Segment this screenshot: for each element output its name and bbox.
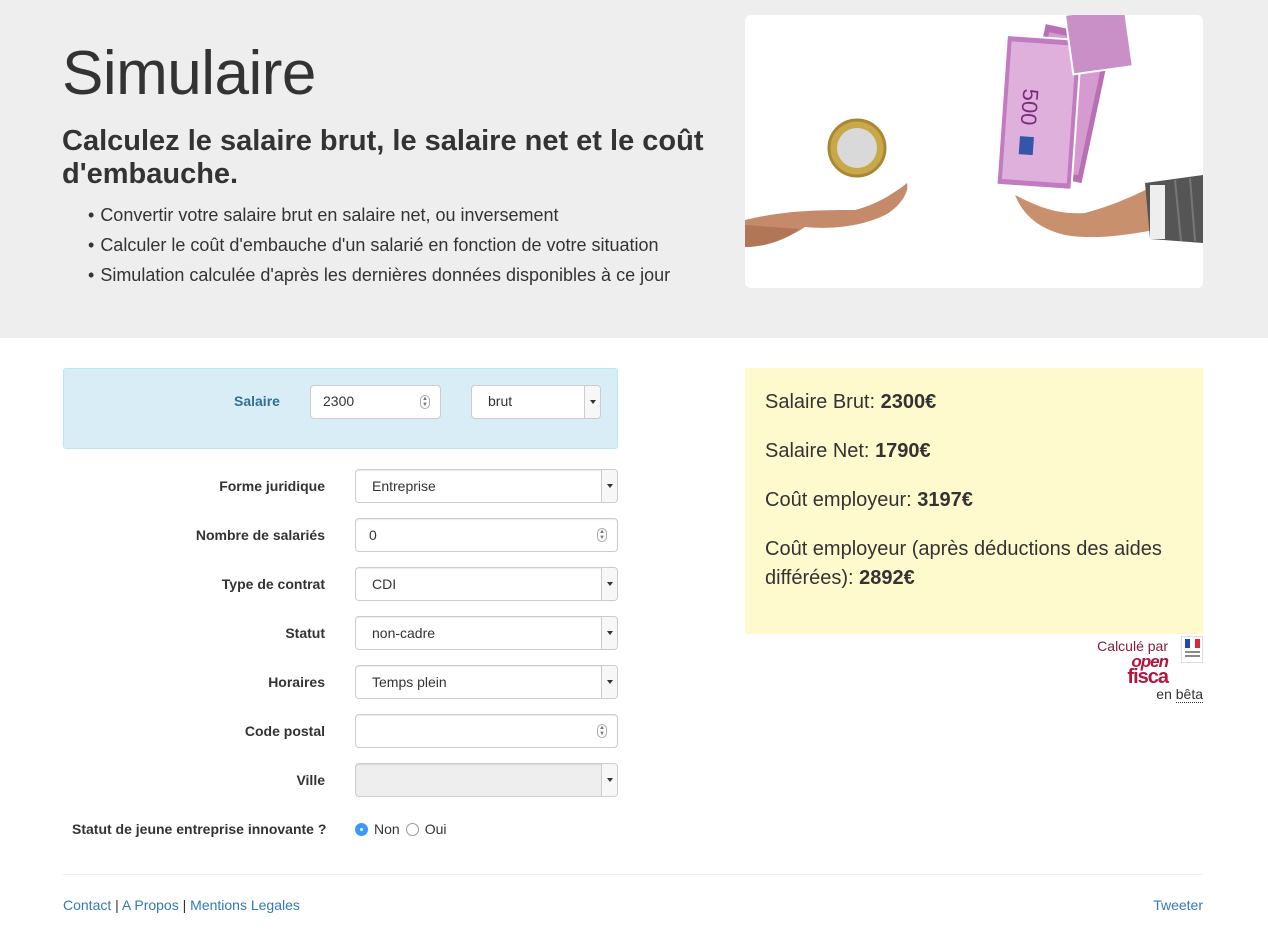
forme-juridique-value: Entreprise bbox=[372, 478, 436, 494]
ville-label: Ville bbox=[296, 772, 325, 788]
feature-list: Convertir votre salaire brut en salaire … bbox=[88, 200, 670, 290]
footer-separator: | bbox=[178, 897, 191, 913]
result-salaire-net: Salaire Net: 1790€ bbox=[765, 437, 1183, 466]
stepper-icon[interactable]: ▲ ▼ bbox=[597, 724, 607, 738]
jumbotron: Simulaire Calculez le salaire brut, le s… bbox=[0, 0, 1268, 338]
result-net-label: Salaire Net: bbox=[765, 440, 876, 462]
form-row-forme-juridique: Forme juridique Entreprise bbox=[63, 469, 618, 503]
footer-separator: | bbox=[111, 897, 122, 913]
feature-item: Simulation calculée d'après les dernière… bbox=[88, 260, 670, 290]
statut-select[interactable]: non-cadre bbox=[355, 616, 618, 650]
result-cout-aides-value: 2892€ bbox=[859, 567, 915, 589]
nombre-salaries-value: 0 bbox=[369, 527, 377, 543]
money-hands-illustration: 500 bbox=[745, 15, 1203, 247]
chevron-down-icon bbox=[601, 764, 617, 796]
form-row-nombre-salaries: Nombre de salariés 0 ▲ ▼ bbox=[63, 518, 618, 552]
salary-panel: Salaire 2300 ▲ ▼ brut bbox=[63, 368, 618, 449]
hero-illustration: 500 bbox=[745, 15, 1203, 288]
form-row-type-contrat: Type de contrat CDI bbox=[63, 567, 618, 601]
form-row-statut: Statut non-cadre bbox=[63, 616, 618, 650]
nombre-salaries-input[interactable]: 0 ▲ ▼ bbox=[355, 518, 618, 552]
result-brut-label: Salaire Brut: bbox=[765, 391, 881, 413]
ville-select[interactable] bbox=[355, 763, 618, 797]
jei-label: Statut de jeune entreprise innovante ? bbox=[72, 821, 327, 837]
mentions-legales-link[interactable]: Mentions Legales bbox=[190, 897, 300, 913]
republique-francaise-logo-icon bbox=[1181, 636, 1203, 663]
tweet-link[interactable]: Tweeter bbox=[1153, 897, 1203, 913]
salary-type-value: brut bbox=[488, 393, 513, 409]
nombre-salaries-label: Nombre de salariés bbox=[195, 527, 325, 543]
page-title: Simulaire bbox=[62, 39, 316, 108]
type-contrat-select[interactable]: CDI bbox=[355, 567, 618, 601]
chevron-down-icon bbox=[601, 617, 617, 649]
chevron-down-icon bbox=[601, 470, 617, 502]
horaires-value: Temps plein bbox=[372, 674, 447, 690]
result-brut-value: 2300€ bbox=[880, 391, 937, 413]
result-cout-label: Coût employeur: bbox=[765, 489, 918, 511]
code-postal-input[interactable]: ▲ ▼ bbox=[355, 714, 618, 748]
svg-text:500: 500 bbox=[1016, 88, 1044, 126]
type-contrat-value: CDI bbox=[372, 576, 397, 592]
result-cout-aides-label: Coût employeur (après déductions des aid… bbox=[765, 538, 1162, 589]
a-propos-link[interactable]: A Propos bbox=[122, 897, 179, 913]
statut-value: non-cadre bbox=[372, 625, 436, 641]
horaires-select[interactable]: Temps plein bbox=[355, 665, 618, 699]
jei-radio-oui[interactable] bbox=[405, 822, 419, 836]
type-contrat-label: Type de contrat bbox=[221, 576, 325, 592]
beta-abbr[interactable]: bêta bbox=[1175, 686, 1203, 703]
jei-option-oui-label[interactable]: Oui bbox=[425, 821, 447, 837]
statut-label: Statut bbox=[285, 625, 325, 641]
jei-option-non-label[interactable]: Non bbox=[374, 821, 400, 837]
form-row-ville: Ville bbox=[63, 763, 618, 797]
result-cout-employeur: Coût employeur: 3197€ bbox=[765, 486, 1183, 515]
result-salaire-brut: Salaire Brut: 2300€ bbox=[765, 388, 1183, 417]
jei-radio-non[interactable] bbox=[355, 822, 368, 836]
chevron-down-icon bbox=[601, 666, 617, 698]
forme-juridique-select[interactable]: Entreprise bbox=[355, 469, 618, 503]
form-row-code-postal: Code postal ▲ ▼ bbox=[63, 714, 618, 748]
result-cout-value: 3197€ bbox=[917, 489, 973, 511]
stepper-icon[interactable]: ▲ ▼ bbox=[420, 395, 430, 409]
jei-radio-group: Non Oui bbox=[355, 812, 446, 846]
form-row-jei: Statut de jeune entreprise innovante ? N… bbox=[0, 812, 700, 846]
salary-type-select[interactable]: brut bbox=[471, 385, 601, 419]
form-row-horaires: Horaires Temps plein bbox=[63, 665, 618, 699]
result-net-value: 1790€ bbox=[875, 440, 931, 462]
horaires-label: Horaires bbox=[268, 674, 325, 690]
footer-links: Contact | A Propos | Mentions Legales bbox=[63, 897, 300, 913]
salary-value: 2300 bbox=[323, 393, 355, 409]
salary-input[interactable]: 2300 ▲ ▼ bbox=[310, 385, 441, 419]
contact-link[interactable]: Contact bbox=[63, 897, 111, 913]
stepper-icon[interactable]: ▲ ▼ bbox=[597, 528, 607, 542]
forme-juridique-label: Forme juridique bbox=[219, 478, 325, 494]
feature-item: Calculer le coût d'embauche d'un salarié… bbox=[88, 230, 670, 260]
page-subtitle: Calculez le salaire brut, le salaire net… bbox=[62, 125, 704, 190]
chevron-down-icon bbox=[584, 386, 600, 418]
code-postal-label: Code postal bbox=[244, 723, 325, 739]
footer-divider bbox=[63, 874, 1203, 875]
openfisca-badge[interactable]: Calculé par open fisca en bêta bbox=[1090, 636, 1203, 706]
chevron-down-icon bbox=[601, 568, 617, 600]
result-cout-aides: Coût employeur (après déductions des aid… bbox=[765, 535, 1183, 593]
beta-label: en bêta bbox=[1156, 686, 1203, 703]
results-panel: Salaire Brut: 2300€ Salaire Net: 1790€ C… bbox=[745, 368, 1203, 634]
feature-item: Convertir votre salaire brut en salaire … bbox=[88, 200, 670, 230]
en-label: en bbox=[1156, 686, 1176, 702]
salary-label: Salaire bbox=[234, 393, 280, 409]
